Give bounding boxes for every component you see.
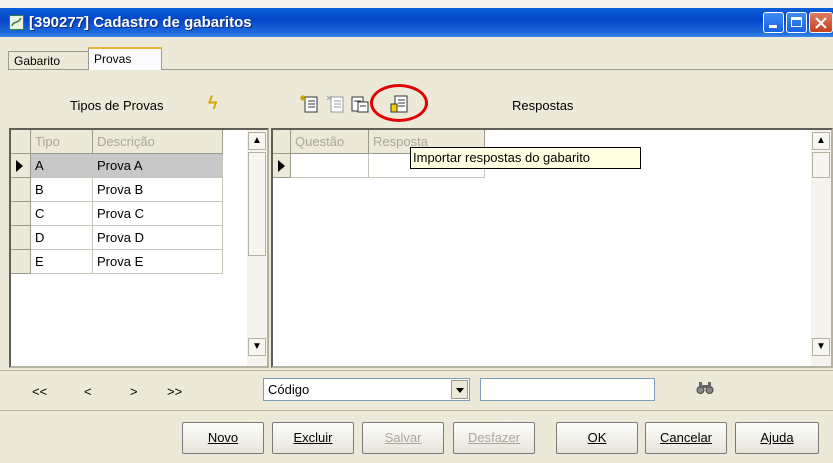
scroll-down-button[interactable]: ▼ bbox=[248, 338, 266, 356]
cell-descricao[interactable]: Prova C bbox=[93, 202, 223, 226]
cell-descricao[interactable]: Prova E bbox=[93, 250, 223, 274]
highlight-circle bbox=[370, 84, 428, 122]
excluir-button[interactable]: Excluir bbox=[272, 422, 354, 454]
cell-questao[interactable] bbox=[291, 154, 369, 178]
minimize-button[interactable] bbox=[763, 12, 784, 33]
cell-tipo[interactable]: E bbox=[31, 250, 93, 274]
close-button[interactable] bbox=[809, 12, 833, 33]
tipos-scrollbar[interactable]: ▲ ▼ bbox=[247, 130, 267, 366]
search-field-select[interactable]: Código bbox=[263, 378, 470, 401]
desfazer-button[interactable]: Desfazer bbox=[453, 422, 535, 454]
import-tooltip: Importar respostas do gabarito bbox=[410, 147, 641, 169]
chevron-down-icon[interactable] bbox=[451, 380, 468, 399]
search-input[interactable] bbox=[480, 378, 655, 401]
header-indicator bbox=[11, 130, 31, 154]
row-indicator bbox=[273, 154, 291, 178]
col-descricao[interactable]: Descrição bbox=[93, 130, 223, 154]
tipos-grid[interactable]: Tipo Descrição A Prova A B Prova B C Pro… bbox=[9, 128, 269, 368]
cell-tipo[interactable]: C bbox=[31, 202, 93, 226]
tab-provas[interactable]: Provas bbox=[88, 47, 162, 70]
cancelar-label: Cancelar bbox=[659, 430, 713, 445]
row-indicator bbox=[11, 178, 31, 202]
scroll-up-button[interactable]: ▲ bbox=[812, 132, 830, 150]
tab-gabarito[interactable]: Gabarito bbox=[8, 51, 89, 69]
respostas-scrollbar[interactable]: ▲ ▼ bbox=[811, 130, 831, 366]
ajuda-label: Ajuda bbox=[760, 430, 794, 445]
row-indicator bbox=[11, 226, 31, 250]
top-strip bbox=[0, 0, 833, 8]
ajuda-button[interactable]: Ajuda bbox=[735, 422, 819, 454]
prev-record-button[interactable]: < bbox=[84, 384, 92, 399]
scroll-down-button[interactable]: ▼ bbox=[812, 338, 830, 356]
cell-descricao[interactable]: Prova D bbox=[93, 226, 223, 250]
scroll-up-button[interactable]: ▲ bbox=[248, 132, 266, 150]
close-icon bbox=[815, 17, 827, 29]
maximize-button[interactable] bbox=[786, 12, 807, 33]
minimize-icon bbox=[769, 25, 777, 28]
col-questao[interactable]: Questão bbox=[291, 130, 369, 154]
edit-record-icon[interactable] bbox=[350, 94, 370, 114]
scroll-thumb[interactable] bbox=[812, 152, 830, 178]
salvar-label: Salvar bbox=[384, 430, 422, 445]
excluir-label: Excluir bbox=[293, 430, 333, 445]
next-record-button[interactable]: > bbox=[130, 384, 138, 399]
scroll-thumb[interactable] bbox=[248, 152, 266, 256]
cell-tipo[interactable]: B bbox=[31, 178, 93, 202]
binoculars-icon[interactable] bbox=[696, 381, 714, 398]
search-field-value: Código bbox=[268, 382, 310, 397]
row-indicator bbox=[11, 154, 31, 178]
cell-tipo[interactable]: A bbox=[31, 154, 93, 178]
novo-label: Novo bbox=[207, 430, 239, 445]
title-bar[interactable]: [390277] Cadastro de gabaritos bbox=[0, 8, 833, 37]
new-record-icon[interactable] bbox=[300, 94, 320, 114]
cell-descricao[interactable]: Prova A bbox=[93, 154, 223, 178]
last-record-button[interactable]: >> bbox=[167, 384, 182, 399]
maximize-icon bbox=[791, 17, 802, 27]
cancelar-button[interactable]: Cancelar bbox=[645, 422, 727, 454]
header-indicator bbox=[273, 130, 291, 154]
current-row-arrow-icon bbox=[16, 160, 23, 172]
window-title: [390277] Cadastro de gabaritos bbox=[29, 14, 252, 31]
tipos-de-provas-header: Tipos de Provas bbox=[70, 98, 164, 113]
row-indicator bbox=[11, 202, 31, 226]
ok-label: OK bbox=[587, 430, 607, 445]
current-row-arrow-icon bbox=[278, 160, 285, 172]
ok-button[interactable]: OK bbox=[556, 422, 638, 454]
col-tipo[interactable]: Tipo bbox=[31, 130, 93, 154]
lightning-icon[interactable]: ϟ bbox=[208, 93, 218, 114]
cell-descricao[interactable]: Prova B bbox=[93, 178, 223, 202]
first-record-button[interactable]: << bbox=[32, 384, 47, 399]
salvar-button[interactable]: Salvar bbox=[362, 422, 444, 454]
respostas-header: Respostas bbox=[512, 98, 574, 113]
copy-record-icon[interactable] bbox=[326, 94, 346, 114]
novo-button[interactable]: Novo bbox=[182, 422, 264, 454]
desfazer-label: Desfazer bbox=[467, 430, 521, 445]
row-indicator bbox=[11, 250, 31, 274]
app-icon bbox=[9, 15, 24, 30]
cell-tipo[interactable]: D bbox=[31, 226, 93, 250]
